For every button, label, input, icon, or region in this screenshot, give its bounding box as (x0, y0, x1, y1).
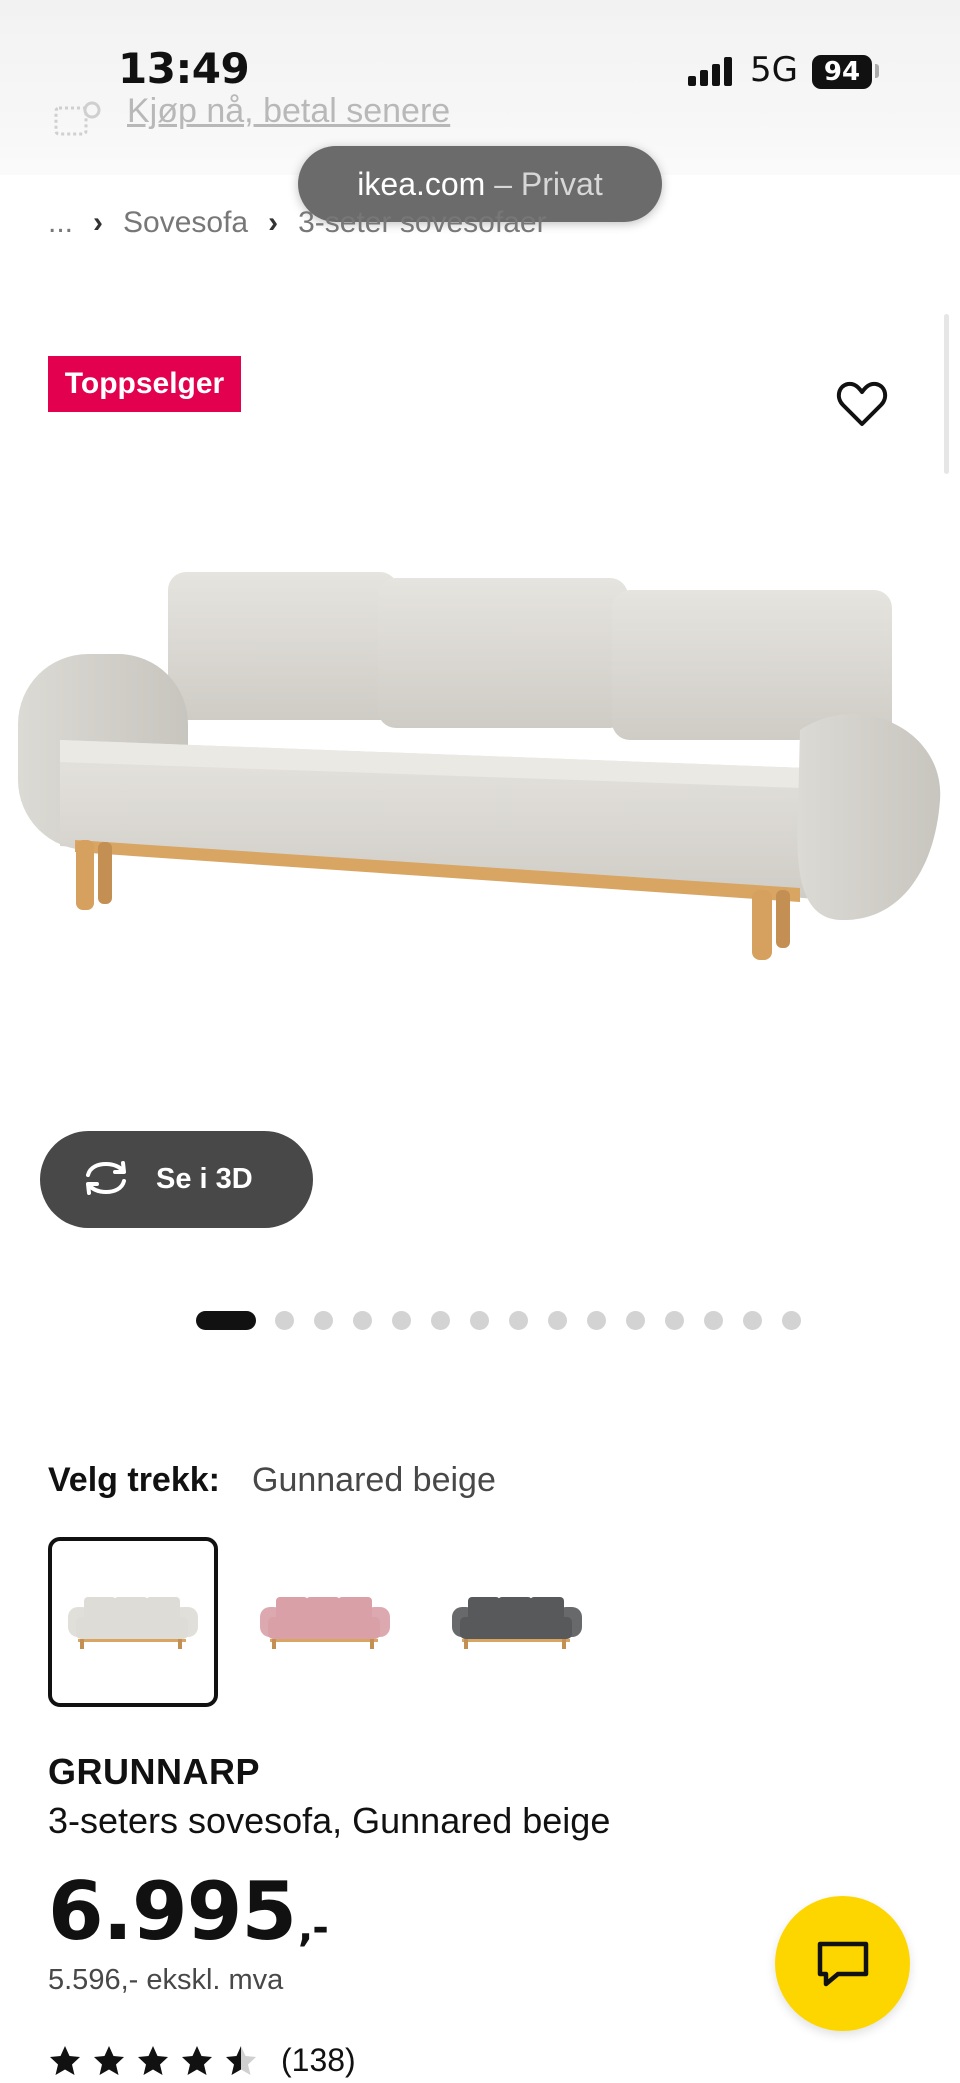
product-name: GRUNNARP (48, 1751, 261, 1792)
variant-swatch-pink[interactable] (240, 1537, 410, 1707)
network-type: 5G (750, 50, 798, 90)
view-3d-label: Se i 3D (156, 1163, 253, 1195)
pagination-dot[interactable] (704, 1311, 723, 1330)
pagination-dot[interactable] (392, 1311, 411, 1330)
rating-stars[interactable] (48, 2044, 268, 2078)
star-icon (226, 2046, 256, 2075)
breadcrumb: ... › Sovesofa › 3-seter sovesofaer (48, 206, 547, 240)
view-3d-button[interactable]: Se i 3D (40, 1131, 313, 1228)
cart-icon (54, 101, 101, 136)
rotate-3d-icon (86, 1161, 126, 1195)
price-ex-vat: 5.596,- ekskl. mva (48, 1964, 284, 1996)
breadcrumb-item-3-seter[interactable]: 3-seter sovesofaer (298, 206, 546, 239)
pagination-dot[interactable] (353, 1311, 372, 1330)
pagination-dot[interactable] (587, 1311, 606, 1330)
image-scrollbar (944, 314, 949, 474)
pagination-dot[interactable] (665, 1311, 684, 1330)
product-image[interactable] (0, 540, 960, 1020)
price-suffix: ,- (298, 1905, 329, 1951)
variant-thumbnail (452, 1597, 582, 1649)
variant-value: Gunnared beige (252, 1461, 496, 1499)
url-domain: ikea.com (357, 166, 486, 202)
product-price: 6.995,- (48, 1865, 329, 1958)
product-description: 3-seters sovesofa, Gunnared beige (48, 1800, 611, 1841)
status-time: 13:49 (118, 44, 250, 93)
chevron-right-icon: › (268, 206, 279, 239)
heart-icon[interactable] (836, 380, 888, 428)
pagination-dot[interactable] (743, 1311, 762, 1330)
star-icon (182, 2046, 212, 2075)
pagination-dot[interactable] (314, 1311, 333, 1330)
chat-button[interactable] (775, 1896, 910, 2031)
battery-icon: 94 (812, 55, 872, 89)
chevron-right-icon: › (93, 206, 104, 239)
pagination-dot[interactable] (431, 1311, 450, 1330)
url-mode: – Privat (485, 166, 603, 202)
variant-thumbnail (68, 1597, 198, 1649)
pagination-dot-active[interactable] (196, 1311, 256, 1330)
variant-swatch-dark-grey[interactable] (432, 1537, 602, 1707)
star-icon (50, 2046, 80, 2075)
rating-count[interactable]: (138) (281, 2042, 356, 2079)
signal-icon (688, 56, 736, 86)
variant-label: Velg trekk: (48, 1461, 220, 1499)
variant-swatch-beige[interactable] (48, 1537, 218, 1707)
pay-later-link[interactable]: Kjøp nå, betal senere (127, 92, 450, 131)
breadcrumb-item-sovesofa[interactable]: Sovesofa (123, 206, 248, 239)
pagination-dot[interactable] (626, 1311, 645, 1330)
pagination-dot[interactable] (509, 1311, 528, 1330)
pagination-dot[interactable] (470, 1311, 489, 1330)
battery-tip (875, 64, 879, 78)
breadcrumb-ellipsis[interactable]: ... (48, 206, 73, 239)
top-seller-badge: Toppselger (48, 356, 241, 412)
pagination-dot[interactable] (275, 1311, 294, 1330)
price-value: 6.995 (48, 1865, 297, 1958)
star-icon (138, 2046, 168, 2075)
chat-icon (817, 1941, 869, 1987)
pagination-dot[interactable] (548, 1311, 567, 1330)
variant-thumbnail (260, 1597, 390, 1649)
star-icon (94, 2046, 124, 2075)
pagination-dot[interactable] (782, 1311, 801, 1330)
